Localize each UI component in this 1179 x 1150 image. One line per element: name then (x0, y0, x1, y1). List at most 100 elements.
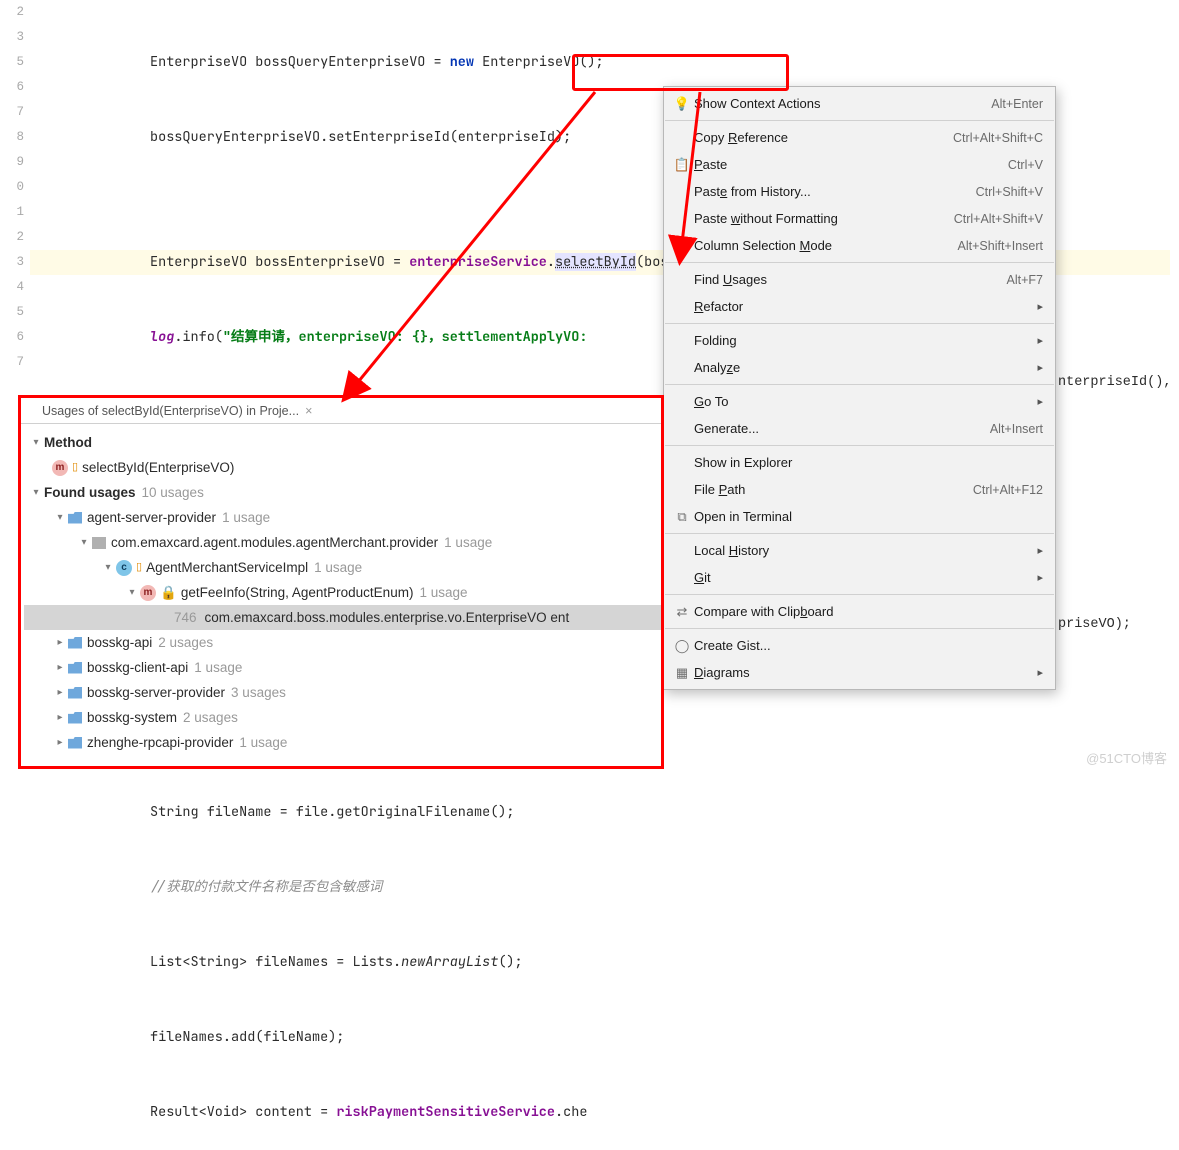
lock-icon: ▯ (136, 555, 142, 580)
menu-item-paste-from-history[interactable]: Paste from History...Ctrl+Shift+V (664, 178, 1055, 205)
module-icon (68, 687, 82, 699)
tree-method-header[interactable]: ▾ Method (24, 430, 662, 455)
tree-package[interactable]: ▾ com.emaxcard.agent.modules.agentMercha… (24, 530, 662, 555)
usages-tab[interactable]: Usages of selectById(EnterpriseVO) in Pr… (20, 398, 662, 424)
method-icon: m (140, 585, 156, 601)
tree-module[interactable]: ▾ agent-server-provider 1 usage (24, 505, 662, 530)
menu-item-label: Show Context Actions (692, 96, 991, 111)
lock-icon: 🔒 (160, 580, 177, 605)
menu-separator (665, 262, 1054, 263)
module-icon (68, 637, 82, 649)
menu-item-folding[interactable]: Folding (664, 327, 1055, 354)
menu-separator (665, 323, 1054, 324)
menu-item-local-history[interactable]: Local History (664, 537, 1055, 564)
tree-module[interactable]: ▸ bosskg-client-api 1 usage (24, 655, 662, 680)
code-peek: nterpriseId(), (1058, 375, 1171, 390)
menu-item-diagrams[interactable]: ▦Diagrams (664, 659, 1055, 686)
watermark: @51CTO博客 (1086, 748, 1167, 767)
menu-separator (665, 533, 1054, 534)
menu-item-label: Open in Terminal (692, 509, 1043, 524)
menu-item-column-selection-mode[interactable]: Column Selection ModeAlt+Shift+Insert (664, 232, 1055, 259)
menu-item-create-gist[interactable]: ◯Create Gist... (664, 632, 1055, 659)
gh-icon: ◯ (672, 638, 692, 654)
menu-item-find-usages[interactable]: Find UsagesAlt+F7 (664, 266, 1055, 293)
menu-item-shortcut: Alt+F7 (1007, 273, 1043, 287)
editor-gutter: 2 3 5 6 7 8 9 0 1 2 3 4 5 6 7 (0, 0, 28, 375)
package-icon (92, 537, 106, 549)
usage-line-number: 746 (174, 605, 197, 630)
menu-item-shortcut: Alt+Shift+Insert (958, 239, 1043, 253)
menu-item-label: Diagrams (692, 665, 1031, 680)
menu-item-shortcut: Ctrl+Alt+F12 (973, 483, 1043, 497)
menu-item-label: Compare with Clipboard (692, 604, 1043, 619)
menu-item-label: Create Gist... (692, 638, 1043, 653)
module-icon (68, 662, 82, 674)
menu-item-shortcut: Alt+Insert (990, 422, 1043, 436)
method-icon: m (52, 460, 68, 476)
code-text: EnterpriseVO bossQueryEnterpriseVO = (150, 53, 450, 71)
selected-method-selectById[interactable]: selectById (555, 253, 636, 271)
find-usages-panel[interactable]: Usages of selectById(EnterpriseVO) in Pr… (20, 398, 662, 761)
close-icon[interactable]: × (305, 404, 312, 418)
menu-item-git[interactable]: Git (664, 564, 1055, 591)
keyword-new: new (450, 53, 474, 71)
tree-module[interactable]: ▸ bosskg-api 2 usages (24, 630, 662, 655)
menu-item-shortcut: Alt+Enter (991, 97, 1043, 111)
menu-item-label: File Path (692, 482, 973, 497)
tree-module[interactable]: ▸ zhenghe-rpcapi-provider 1 usage (24, 730, 662, 755)
tree-class[interactable]: ▾c ▯ AgentMerchantServiceImpl 1 usage (24, 555, 662, 580)
menu-item-paste[interactable]: 📋PasteCtrl+V (664, 151, 1055, 178)
usages-tab-title: Usages of selectById(EnterpriseVO) in Pr… (42, 404, 299, 418)
menu-item-compare-with-clipboard[interactable]: ⇄Compare with Clipboard (664, 598, 1055, 625)
menu-separator (665, 628, 1054, 629)
menu-item-label: Git (692, 570, 1031, 585)
menu-item-label: Column Selection Mode (692, 238, 958, 253)
lock-icon: ▯ (72, 455, 78, 480)
menu-item-analyze[interactable]: Analyze (664, 354, 1055, 381)
menu-separator (665, 594, 1054, 595)
dia-icon: ▦ (672, 665, 692, 681)
tree-method-sig[interactable]: m ▯ selectById(EnterpriseVO) (24, 455, 662, 480)
menu-item-open-in-terminal[interactable]: ⧉Open in Terminal (664, 503, 1055, 530)
menu-item-label: Copy Reference (692, 130, 953, 145)
menu-item-label: Generate... (692, 421, 990, 436)
code-peek: priseVO); (1058, 617, 1131, 632)
module-icon (68, 712, 82, 724)
menu-item-shortcut: Ctrl+V (1008, 158, 1043, 172)
tree-usage-hit[interactable]: 746 com.emaxcard.boss.modules.enterprise… (24, 605, 662, 630)
bulb-icon: 💡 (672, 96, 692, 112)
menu-item-shortcut: Ctrl+Shift+V (976, 185, 1043, 199)
tree-module[interactable]: ▸ bosskg-system 2 usages (24, 705, 662, 730)
menu-item-go-to[interactable]: Go To (664, 388, 1055, 415)
menu-item-refactor[interactable]: Refactor (664, 293, 1055, 320)
menu-item-label: Paste (692, 157, 1008, 172)
menu-item-show-context-actions[interactable]: 💡Show Context ActionsAlt+Enter (664, 90, 1055, 117)
editor-context-menu[interactable]: 💡Show Context ActionsAlt+Enter Copy Refer… (663, 86, 1056, 690)
field-ref: enterpriseService (409, 253, 547, 271)
tree-module[interactable]: ▸ bosskg-server-provider 3 usages (24, 680, 662, 705)
menu-item-label: Paste from History... (692, 184, 976, 199)
comment: //获取的付款文件名称是否包含敏感词 (30, 875, 1170, 900)
menu-item-paste-without-formatting[interactable]: Paste without FormattingCtrl+Alt+Shift+V (664, 205, 1055, 232)
paste-icon: 📋 (672, 157, 692, 173)
module-icon (68, 512, 82, 524)
menu-item-label: Find Usages (692, 272, 1007, 287)
usages-tree[interactable]: ▾ Method m ▯ selectById(EnterpriseVO) ▾ … (20, 424, 662, 761)
menu-separator (665, 384, 1054, 385)
menu-separator (665, 445, 1054, 446)
menu-item-label: Refactor (692, 299, 1031, 314)
menu-item-label: Local History (692, 543, 1031, 558)
menu-item-label: Paste without Formatting (692, 211, 954, 226)
menu-item-label: Analyze (692, 360, 1031, 375)
menu-item-shortcut: Ctrl+Alt+Shift+V (954, 212, 1043, 226)
menu-item-label: Go To (692, 394, 1031, 409)
menu-item-copy-reference[interactable]: Copy ReferenceCtrl+Alt+Shift+C (664, 124, 1055, 151)
tree-found-header[interactable]: ▾ Found usages 10 usages (24, 480, 662, 505)
tree-method-node[interactable]: ▾m 🔒 getFeeInfo(String, AgentProductEnum… (24, 580, 662, 605)
menu-item-generate[interactable]: Generate...Alt+Insert (664, 415, 1055, 442)
menu-item-file-path[interactable]: File PathCtrl+Alt+F12 (664, 476, 1055, 503)
module-icon (68, 737, 82, 749)
menu-item-show-in-explorer[interactable]: Show in Explorer (664, 449, 1055, 476)
menu-item-label: Show in Explorer (692, 455, 1043, 470)
logger-ref: log (150, 328, 174, 346)
